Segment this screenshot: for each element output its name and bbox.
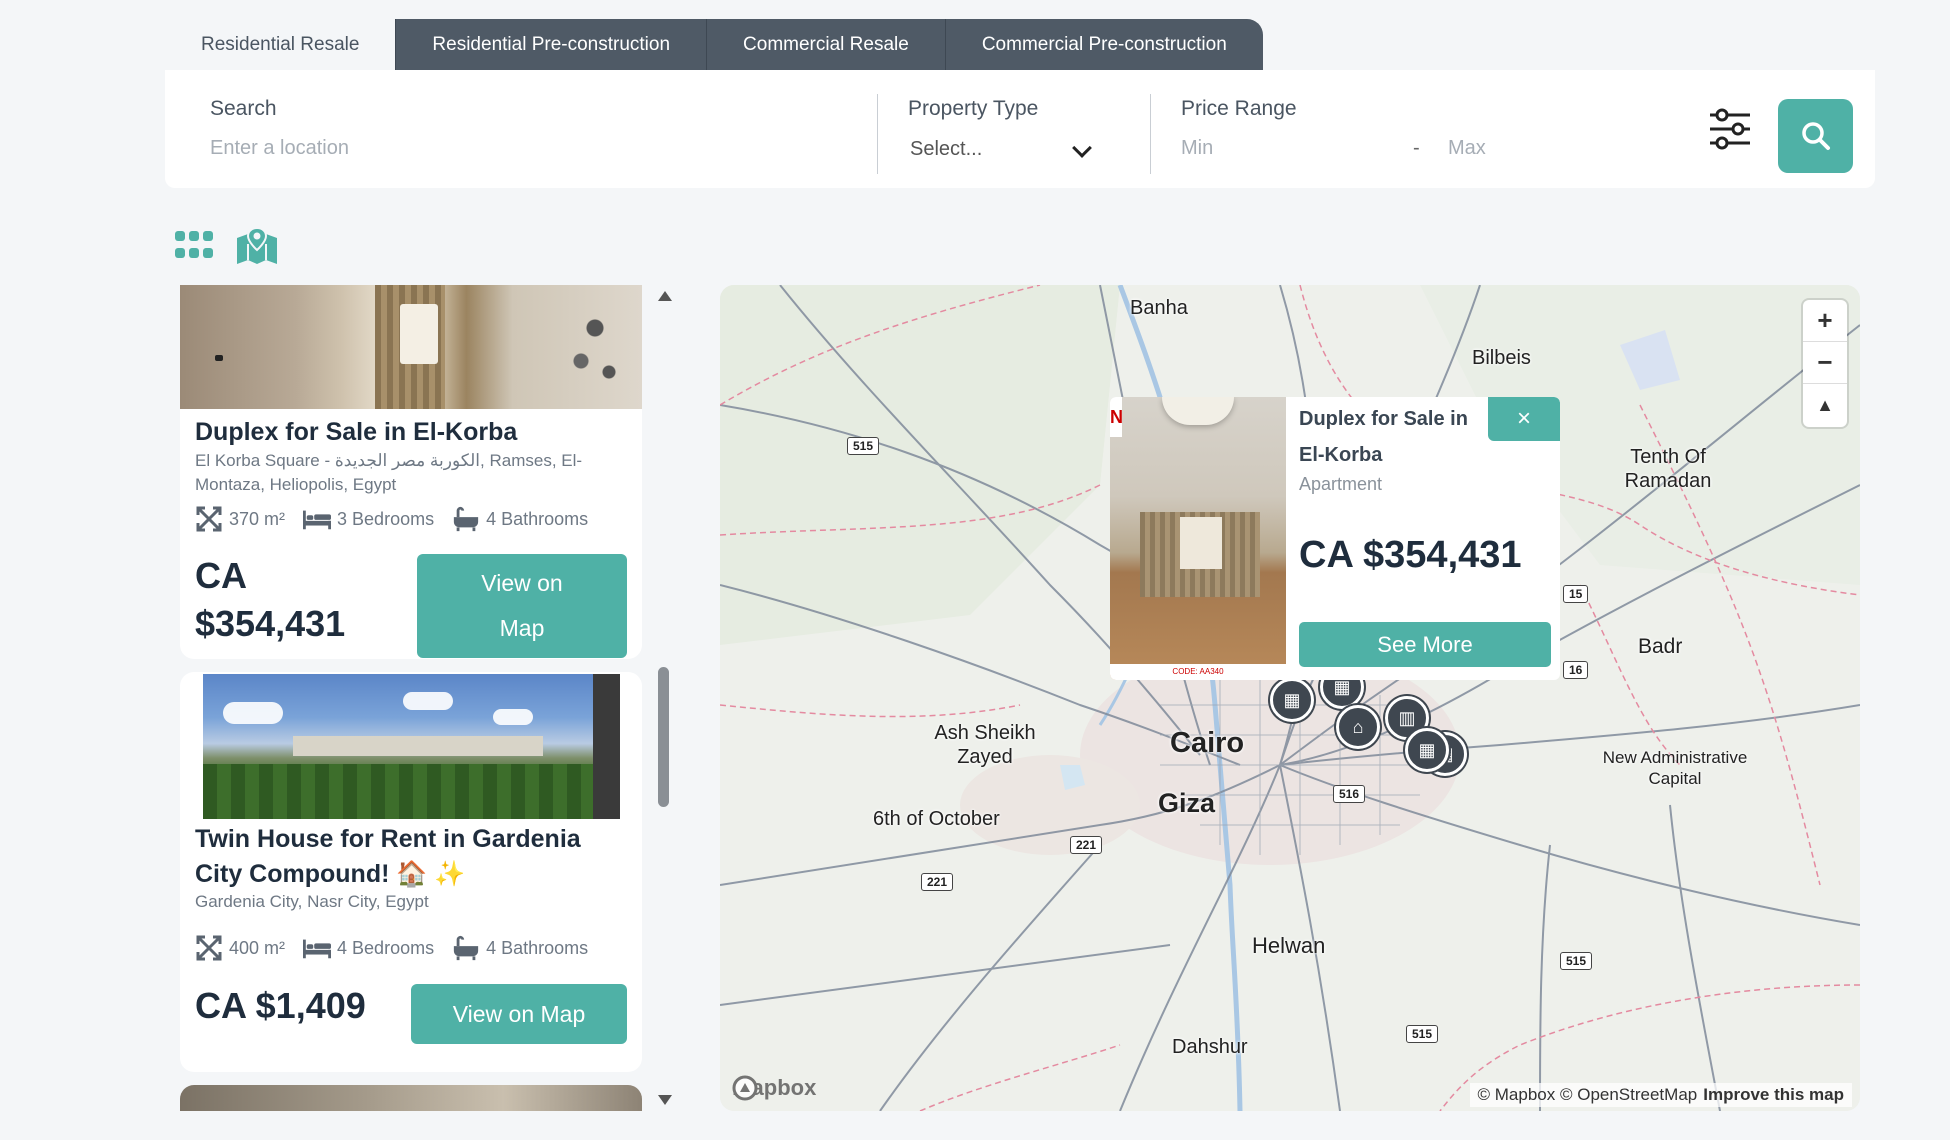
road-shield: 16 <box>1563 661 1589 679</box>
city-label: New Administrative Capital <box>1602 748 1748 788</box>
area-expand-icon <box>195 506 223 532</box>
city-label: Dahshur <box>1172 1036 1248 1058</box>
popup-title: Duplex for Sale in El-Korba <box>1299 408 1468 466</box>
view-on-map-button[interactable]: View on Map <box>417 554 627 658</box>
map-zoom-controls: + − ▲ <box>1803 300 1847 427</box>
listing-address: Gardenia City, Nasr City, Egypt <box>195 892 429 911</box>
location-input[interactable]: Enter a location <box>210 137 810 160</box>
road-shield: 515 <box>1560 952 1593 970</box>
max-price-input[interactable]: Max <box>1448 137 1648 160</box>
city-label: 6th of October <box>873 808 1000 830</box>
listing-photo[interactable] <box>180 1085 642 1111</box>
map-attribution: © Mapbox © OpenStreetMap Improve this map <box>1469 1083 1852 1107</box>
building-pin-icon[interactable]: ▦ <box>1270 678 1314 722</box>
listing-bathrooms: 4 Bathrooms <box>486 937 589 958</box>
listing-photo[interactable] <box>203 674 620 819</box>
listing-area: 400 m² <box>229 937 286 958</box>
popup-type: Apartment <box>1299 474 1383 494</box>
road-shield: 221 <box>921 873 954 891</box>
city-label: Badr <box>1638 635 1683 658</box>
tab-residential-resale[interactable]: Residential Resale <box>165 19 397 70</box>
listing-photo[interactable] <box>180 285 642 409</box>
close-icon[interactable]: × <box>1488 397 1560 441</box>
property-type-label: Property Type <box>908 97 1039 120</box>
popup-photo-code: CODE: AA340 <box>1110 664 1286 680</box>
see-more-button[interactable]: See More <box>1299 622 1551 667</box>
listing-card[interactable] <box>180 1085 642 1111</box>
map-view-icon[interactable] <box>235 226 279 266</box>
tab-residential-preconstruction[interactable]: Residential Pre-construction <box>396 19 708 70</box>
city-label: Giza <box>1158 788 1216 818</box>
zoom-in-button[interactable]: + <box>1803 300 1847 342</box>
bed-icon <box>303 508 332 530</box>
listing-bathrooms: 4 Bathrooms <box>486 508 589 529</box>
divider <box>877 94 878 174</box>
city-label: Cairo <box>1170 727 1245 759</box>
listing-popup: N CODE: AA340 Duplex for Sale in El-Korb… <box>1110 397 1560 680</box>
map-panel[interactable]: Banha Bilbeis Tenth Of Ramadan Badr Ash … <box>720 285 1860 1111</box>
city-label: Ash Sheikh Zayed <box>934 722 1036 768</box>
search-icon <box>1801 122 1830 150</box>
building-pin-icon[interactable]: ▦ <box>1405 728 1449 772</box>
city-label: Helwan <box>1252 933 1326 958</box>
city-label: Tenth Of Ramadan <box>1624 446 1712 492</box>
city-label: Banha <box>1130 297 1188 319</box>
listing-price: CA $1,409 <box>195 985 366 1026</box>
listing-price-currency: CA <box>195 555 247 596</box>
scroll-down-arrow-icon[interactable] <box>658 1095 672 1105</box>
min-price-input[interactable]: Min <box>1181 137 1381 160</box>
listing-title[interactable]: Twin House for Rent in Gardenia City Com… <box>195 822 615 892</box>
bathtub-icon <box>452 506 480 532</box>
popup-price: CA $354,431 <box>1299 534 1522 576</box>
listing-address: El Korba Square - الكوربة مصر الجديدة, R… <box>195 451 583 494</box>
listing-specs: 400 m² 4 Bedrooms 4 Bathrooms <box>195 935 589 961</box>
road-shield: 515 <box>847 437 880 455</box>
compass-icon[interactable]: ▲ <box>1803 384 1847 426</box>
view-toggle <box>175 226 279 266</box>
tab-commercial-resale[interactable]: Commercial Resale <box>707 19 946 70</box>
road-shield: 515 <box>1406 1025 1439 1043</box>
scroll-thumb[interactable] <box>658 667 669 807</box>
listing-card[interactable]: Duplex for Sale in El-Korba El Korba Squ… <box>180 285 642 659</box>
mapbox-logo[interactable]: mapbox <box>732 1075 816 1101</box>
bed-icon <box>303 937 332 959</box>
road-shield: 221 <box>1070 836 1103 854</box>
listing-bedrooms: 3 Bedrooms <box>337 508 435 529</box>
listing-specs: 370 m² 3 Bedrooms 4 Bathrooms <box>195 506 589 532</box>
search-button[interactable] <box>1778 99 1853 173</box>
divider <box>1150 94 1151 174</box>
improve-map-link[interactable]: Improve this map <box>1703 1085 1844 1104</box>
listing-bedrooms: 4 Bedrooms <box>337 937 435 958</box>
zoom-out-button[interactable]: − <box>1803 342 1847 384</box>
listing-price: $354,431 <box>195 603 346 644</box>
listing-area: 370 m² <box>229 508 286 529</box>
mapbox-logo-icon <box>732 1075 758 1101</box>
scroll-up-arrow-icon[interactable] <box>658 291 672 301</box>
grid-view-icon[interactable] <box>175 231 213 261</box>
home-pin-icon[interactable]: ⌂ <box>1336 705 1380 749</box>
listing-title[interactable]: Duplex for Sale in El-Korba <box>195 415 635 450</box>
popup-photo[interactable]: N CODE: AA340 <box>1110 397 1286 680</box>
listing-card[interactable]: Twin House for Rent in Gardenia City Com… <box>180 672 642 1072</box>
tab-commercial-preconstruction[interactable]: Commercial Pre-construction <box>945 19 1263 70</box>
price-dash: - <box>1413 137 1420 159</box>
area-expand-icon <box>195 935 223 961</box>
road-shield: 516 <box>1333 785 1366 803</box>
listing-list[interactable]: Duplex for Sale in El-Korba El Korba Squ… <box>180 285 642 1111</box>
bathtub-icon <box>452 935 480 961</box>
price-range-label: Price Range <box>1181 97 1297 120</box>
search-label: Search <box>210 97 277 120</box>
search-bar: Search Enter a location Property Type Se… <box>165 70 1875 188</box>
road-shield: 15 <box>1563 585 1589 603</box>
filter-sliders-icon[interactable] <box>1708 108 1752 150</box>
view-on-map-button[interactable]: View on Map <box>411 984 627 1044</box>
list-scrollbar[interactable] <box>655 285 673 1111</box>
city-label: Bilbeis <box>1472 347 1531 369</box>
category-tabs: Residential Resale Residential Pre-const… <box>165 19 1263 70</box>
attribution-text[interactable]: © Mapbox © OpenStreetMap <box>1478 1085 1698 1104</box>
